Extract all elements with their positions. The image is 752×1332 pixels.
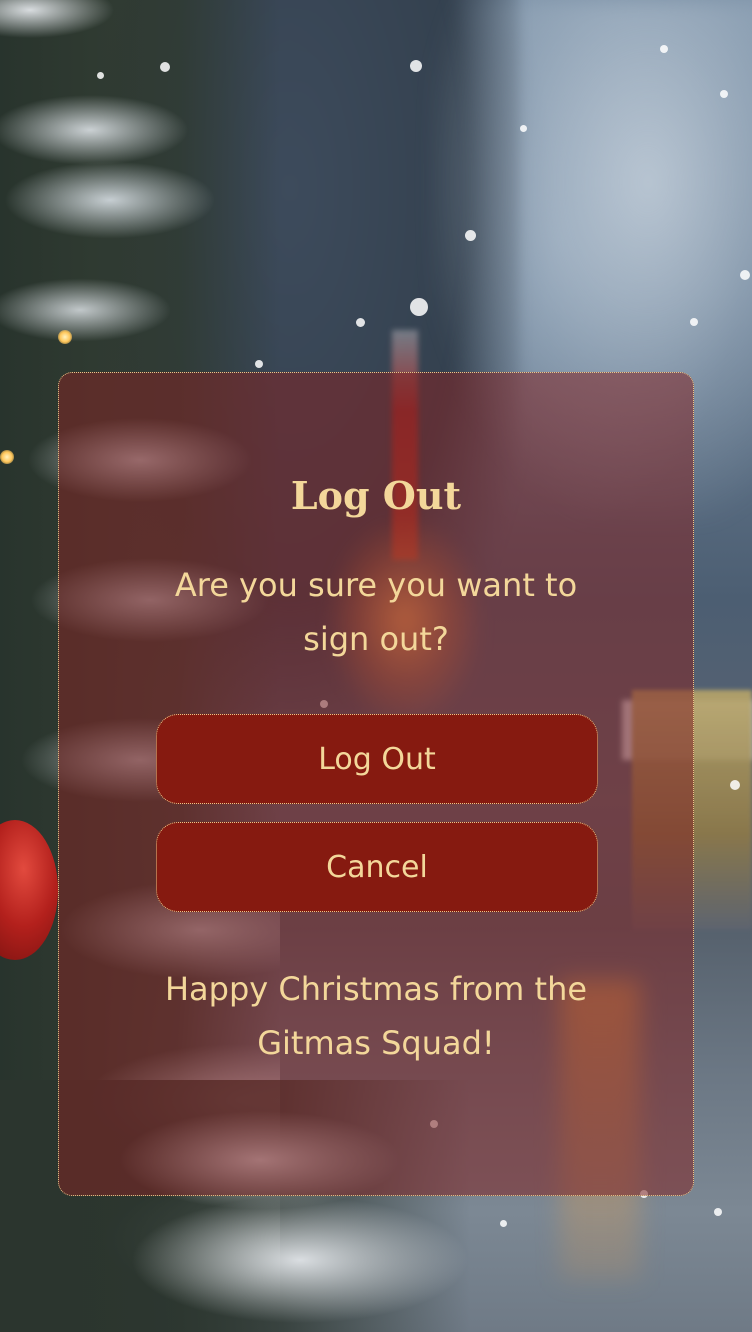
log-out-button[interactable]: Log Out [156,714,598,804]
snowflake [730,780,740,790]
snowflake [160,62,170,72]
snowflake [97,72,104,79]
snowflake [520,125,527,132]
snowflake [720,90,728,98]
snowflake [410,298,428,316]
snowflake [690,318,698,326]
tree-light-icon [0,450,14,464]
snowflake [465,230,476,241]
snowflake [740,270,750,280]
holiday-greeting: Happy Christmas from the Gitmas Squad! [164,970,588,1062]
dialog-title: Log Out [290,473,462,518]
cancel-button-label: Cancel [326,849,428,885]
snowflake [500,1220,507,1227]
snowflake [410,60,422,72]
log-out-button-label: Log Out [318,741,436,777]
tree-light-icon [58,330,72,344]
snowflake [356,318,365,327]
snowflake [255,360,263,368]
snowflake [660,45,668,53]
dialog-message: Are you sure you want to sign out? [174,566,578,658]
snowflake [714,1208,722,1216]
cancel-button[interactable]: Cancel [156,822,598,912]
